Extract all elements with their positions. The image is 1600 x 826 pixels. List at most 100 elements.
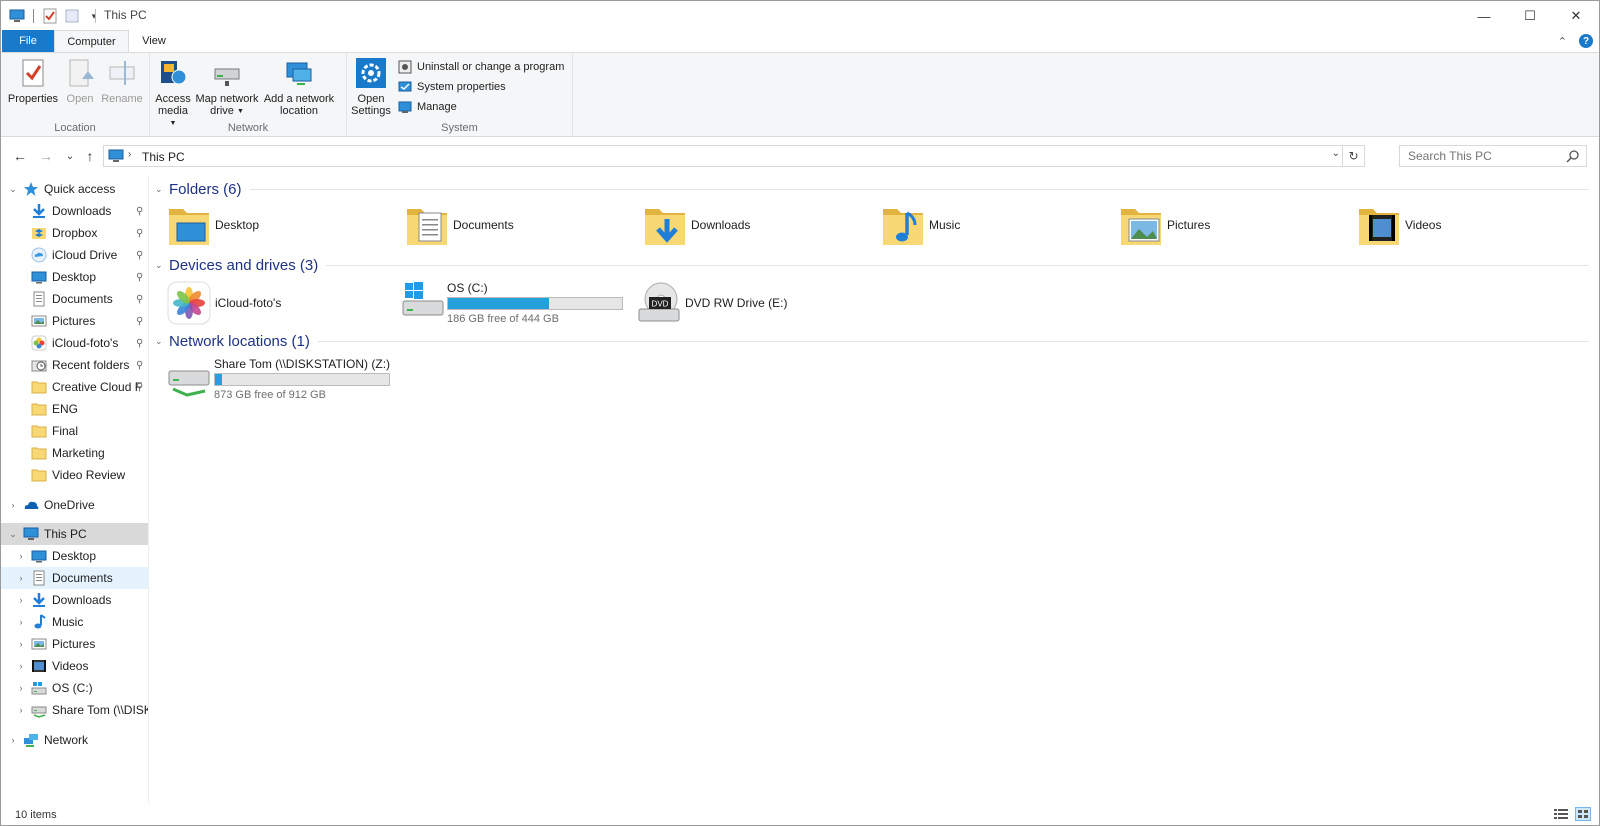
- drive-free-space: 186 GB free of 444 GB: [447, 313, 559, 325]
- open-settings-button[interactable]: Open Settings: [351, 57, 391, 117]
- rename-button[interactable]: Rename: [99, 57, 145, 105]
- nav-quick-access-item[interactable]: Documents ⚲: [1, 288, 148, 310]
- expand-chevron-icon[interactable]: ›: [15, 639, 27, 649]
- icloud-photos-tile[interactable]: iCloud-foto's: [165, 279, 281, 327]
- nav-quick-access-item[interactable]: Creative Cloud F ⚲: [1, 376, 148, 398]
- folder-tile[interactable]: Music: [879, 201, 960, 249]
- map-network-drive-button[interactable]: Map network drive ▼: [194, 57, 260, 118]
- expand-chevron-icon[interactable]: ›: [15, 595, 27, 605]
- nav-this-pc[interactable]: ⌄ This PC: [1, 523, 148, 545]
- folder-tile[interactable]: Downloads: [641, 201, 750, 249]
- uninstall-program-button[interactable]: Uninstall or change a program: [398, 58, 564, 76]
- system-properties-button[interactable]: System properties: [398, 78, 506, 96]
- collapse-chevron-icon[interactable]: ⌄: [7, 529, 19, 540]
- section-header-devices[interactable]: ⌄ Devices and drives (3): [155, 255, 1589, 275]
- nav-label: Downloads: [52, 593, 112, 607]
- nav-quick-access-item[interactable]: Final: [1, 420, 148, 442]
- nav-quick-access-item[interactable]: Dropbox ⚲: [1, 222, 148, 244]
- folder-tile[interactable]: Documents: [403, 201, 514, 249]
- properties-button[interactable]: Properties: [7, 57, 59, 105]
- collapse-chevron-icon[interactable]: ⌄: [155, 184, 169, 195]
- nav-quick-access-item[interactable]: ENG: [1, 398, 148, 420]
- nav-this-pc-item[interactable]: › Pictures: [1, 633, 148, 655]
- nav-quick-access-item[interactable]: Marketing: [1, 442, 148, 464]
- nav-quick-access-item[interactable]: Video Review: [1, 464, 148, 486]
- nav-network[interactable]: › Network: [1, 729, 148, 751]
- expand-chevron-icon[interactable]: ›: [15, 661, 27, 671]
- search-input[interactable]: [1400, 146, 1560, 166]
- dvd-drive-tile[interactable]: DVD DVD RW Drive (E:): [635, 279, 787, 327]
- folder-tile[interactable]: Desktop: [165, 201, 259, 249]
- search-icon[interactable]: [1566, 149, 1580, 163]
- folder-icon: [31, 403, 47, 416]
- folder-tile[interactable]: Videos: [1355, 201, 1441, 249]
- search-box[interactable]: [1399, 145, 1587, 167]
- collapse-chevron-icon[interactable]: ⌄: [7, 184, 19, 195]
- nav-this-pc-item[interactable]: › Desktop: [1, 545, 148, 567]
- nav-this-pc-item[interactable]: › Videos: [1, 655, 148, 677]
- tab-computer[interactable]: Computer: [54, 30, 129, 53]
- nav-quick-access[interactable]: ⌄ Quick access: [1, 178, 148, 200]
- expand-chevron-icon[interactable]: ›: [15, 705, 27, 715]
- back-button[interactable]: ←: [11, 147, 29, 165]
- close-button[interactable]: ✕: [1553, 1, 1599, 31]
- refresh-button[interactable]: ↻: [1342, 146, 1364, 166]
- expand-chevron-icon[interactable]: ›: [15, 551, 27, 561]
- expand-chevron-icon[interactable]: ›: [7, 500, 19, 510]
- forward-button[interactable]: →: [37, 147, 55, 165]
- new-folder-icon[interactable]: [64, 8, 80, 24]
- drive-usage-fill: [448, 298, 549, 309]
- section-divider: [249, 188, 1589, 190]
- tile-label: Documents: [453, 218, 514, 232]
- large-icons-view-icon[interactable]: [1575, 807, 1591, 821]
- videos-folder-icon: [1359, 209, 1399, 245]
- nav-label: Marketing: [52, 446, 105, 460]
- breadcrumb-this-pc[interactable]: This PC: [142, 150, 185, 164]
- pin-icon: ⚲: [136, 338, 144, 349]
- expand-chevron-icon[interactable]: ›: [7, 735, 19, 745]
- nav-this-pc-item[interactable]: › Music: [1, 611, 148, 633]
- recent-locations-button[interactable]: ⌄: [61, 147, 79, 165]
- section-header-folders[interactable]: ⌄ Folders (6): [155, 179, 1589, 199]
- expand-chevron-icon[interactable]: ›: [15, 617, 27, 627]
- computer-icon[interactable]: [9, 8, 25, 24]
- address-dropdown-icon[interactable]: ⌄: [1332, 148, 1340, 159]
- nav-quick-access-item[interactable]: Desktop ⚲: [1, 266, 148, 288]
- nav-this-pc-item[interactable]: › OS (C:): [1, 677, 148, 699]
- customize-dropdown-icon[interactable]: ▾: [86, 8, 102, 24]
- help-icon[interactable]: ?: [1579, 34, 1593, 48]
- up-button[interactable]: ↑: [81, 147, 99, 165]
- expand-chevron-icon[interactable]: ›: [15, 683, 27, 693]
- collapse-chevron-icon[interactable]: ⌄: [155, 336, 169, 347]
- open-button[interactable]: Open: [63, 57, 97, 105]
- nav-quick-access-item[interactable]: Recent folders ⚲: [1, 354, 148, 376]
- navigation-bar: ← → ⌄ ↑ › This PC ⌄ ↻: [1, 137, 1599, 175]
- nav-this-pc-item[interactable]: › Downloads: [1, 589, 148, 611]
- nav-label: iCloud Drive: [52, 248, 118, 262]
- minimize-button[interactable]: —: [1461, 1, 1507, 31]
- nav-quick-access-item[interactable]: iCloud-foto's ⚲: [1, 332, 148, 354]
- nav-this-pc-item[interactable]: › Documents: [1, 567, 148, 589]
- documents-icon: [33, 570, 45, 586]
- nav-quick-access-item[interactable]: Pictures ⚲: [1, 310, 148, 332]
- maximize-button[interactable]: ☐: [1507, 1, 1553, 31]
- nav-onedrive[interactable]: › OneDrive: [1, 494, 148, 516]
- details-view-icon[interactable]: [1553, 807, 1569, 821]
- nav-this-pc-item[interactable]: › Share Tom (\\DISKS: [1, 699, 148, 721]
- tab-view[interactable]: View: [134, 30, 174, 52]
- collapse-ribbon-icon[interactable]: ⌃: [1558, 35, 1567, 48]
- expand-chevron-icon[interactable]: ›: [15, 573, 27, 583]
- add-network-location-button[interactable]: Add a network location: [262, 57, 336, 117]
- network-share-tile[interactable]: Share Tom (\\DISKSTATION) (Z:) 873 GB fr…: [165, 353, 465, 403]
- nav-quick-access-item[interactable]: iCloud Drive ⚲: [1, 244, 148, 266]
- section-header-network-locations[interactable]: ⌄ Network locations (1): [155, 331, 1589, 351]
- folder-tile[interactable]: Pictures: [1117, 201, 1210, 249]
- collapse-chevron-icon[interactable]: ⌄: [155, 260, 169, 271]
- nav-quick-access-item[interactable]: Downloads ⚲: [1, 200, 148, 222]
- breadcrumb-separator-icon[interactable]: ›: [128, 149, 131, 160]
- access-media-button[interactable]: Access media ▼: [154, 57, 192, 130]
- properties-icon[interactable]: [42, 8, 58, 24]
- address-bar[interactable]: › This PC ⌄ ↻: [103, 145, 1365, 167]
- manage-button[interactable]: Manage: [398, 98, 457, 116]
- tab-file[interactable]: File: [2, 30, 54, 52]
